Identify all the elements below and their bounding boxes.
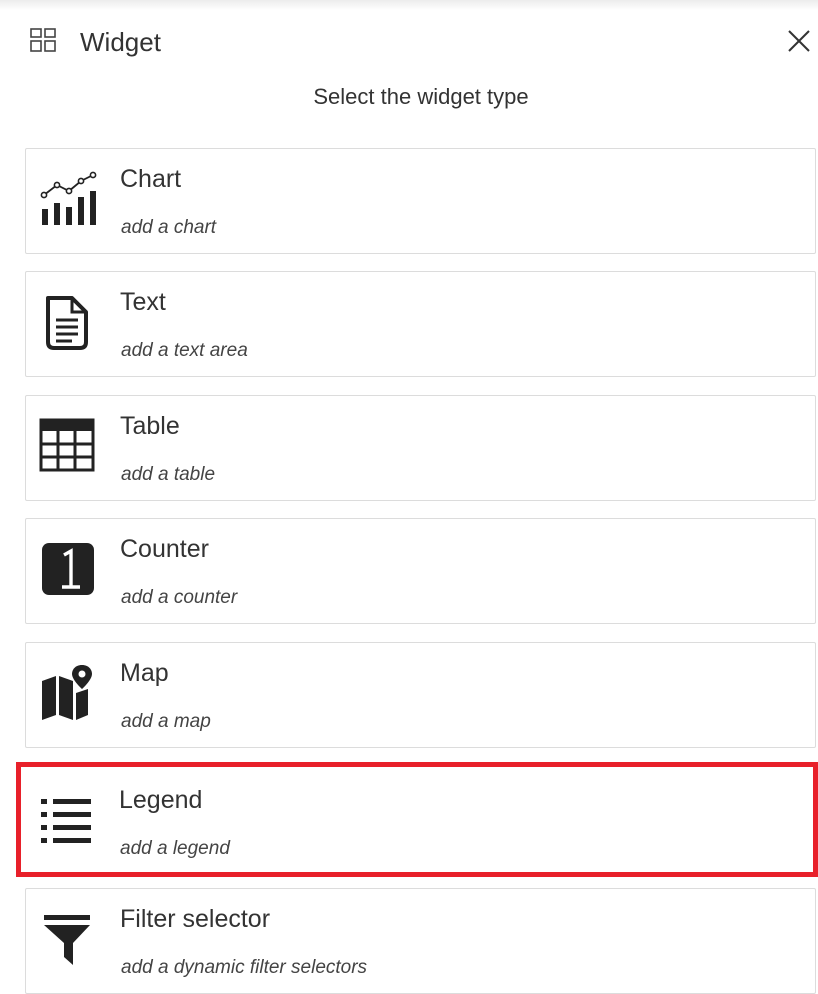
map-icon: [42, 665, 92, 720]
widget-option-description: add a dynamic filter selectors: [121, 957, 368, 978]
widget-option-title: Filter selector: [120, 905, 271, 933]
counter-icon: [42, 543, 94, 595]
widget-option-description: add a text area: [121, 340, 248, 361]
close-icon[interactable]: [784, 26, 814, 56]
dialog-subtitle: Select the widget type: [313, 84, 529, 109]
text-document-icon: [46, 296, 88, 350]
widget-option-title: Text: [120, 288, 166, 316]
widget-grid-icon: [30, 28, 56, 52]
dialog-title: Widget: [80, 27, 161, 57]
filter-icon: [44, 915, 90, 965]
widget-option-title: Legend: [119, 786, 203, 814]
widget-option-title: Table: [120, 412, 180, 440]
widget-option-legend[interactable]: Legend add a legend: [16, 762, 818, 877]
widget-option-map[interactable]: Map add a map: [25, 642, 816, 748]
chart-icon: [40, 171, 97, 225]
widget-option-description: add a map: [121, 711, 211, 732]
widget-option-description: add a counter: [121, 587, 238, 608]
widget-option-table[interactable]: Table add a table: [25, 395, 816, 501]
widget-option-description: add a chart: [121, 217, 217, 238]
widget-option-description: add a legend: [120, 838, 230, 859]
list-icon: [41, 799, 91, 843]
widget-option-title: Map: [120, 659, 169, 687]
top-shadow: [0, 0, 818, 10]
widget-option-title: Counter: [120, 535, 209, 563]
widget-option-text[interactable]: Text add a text area: [25, 271, 816, 377]
widget-option-counter[interactable]: Counter add a counter: [25, 518, 816, 624]
widget-option-filter-selector[interactable]: Filter selector add a dynamic filter sel…: [25, 888, 816, 994]
table-icon: [39, 418, 95, 472]
widget-option-description: add a table: [121, 464, 216, 485]
widget-option-title: Chart: [120, 165, 182, 193]
dialog-header: Widget: [0, 18, 818, 68]
widget-option-chart[interactable]: Chart add a chart: [25, 148, 816, 254]
